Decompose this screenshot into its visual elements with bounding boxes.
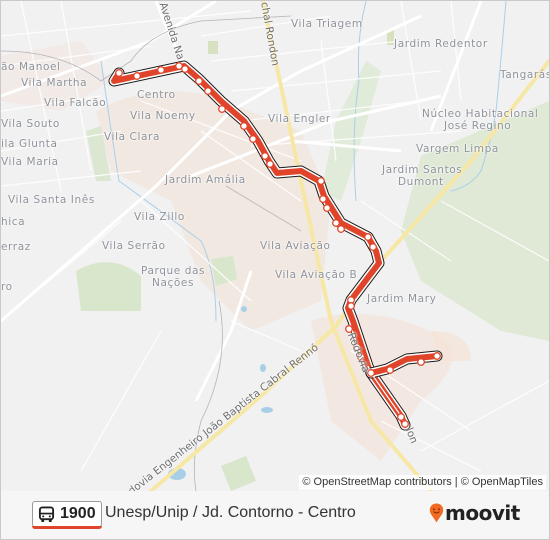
place-label: José Regino <box>444 120 512 132</box>
bus-stop-marker[interactable] <box>397 413 405 421</box>
place-label: Vila Martha <box>21 77 88 89</box>
route-footer: 1900 Unesp/Unip / Jd. Contorno - Centro … <box>1 491 549 539</box>
place-label: Vila Souto <box>1 118 60 130</box>
bus-stop-marker[interactable] <box>369 243 377 251</box>
map-widget: Vila Triagem Jardim Redentor Tangarás ão Ma… <box>0 0 550 540</box>
bus-stop-marker[interactable] <box>261 152 269 160</box>
place-label: Vila Zillo <box>134 211 185 223</box>
map-attribution[interactable]: © OpenStreetMap contributors | © OpenMap… <box>299 475 546 490</box>
bus-stop-marker[interactable] <box>332 219 340 227</box>
bus-stop-marker[interactable] <box>417 358 425 366</box>
bus-stop-marker[interactable] <box>317 177 325 185</box>
bus-stop-marker[interactable] <box>266 160 274 168</box>
bus-stop-marker[interactable] <box>249 135 257 143</box>
place-label: ro <box>1 281 13 293</box>
bus-stop-marker[interactable] <box>319 195 327 203</box>
place-label: Nações <box>152 277 195 289</box>
bus-stop-marker[interactable] <box>345 325 353 333</box>
place-label: ila Glunta <box>1 138 58 150</box>
bus-stop-marker[interactable] <box>115 69 123 77</box>
bus-stop-marker[interactable] <box>401 420 409 428</box>
moovit-pin-icon <box>429 503 444 523</box>
place-label: Vila Falcão <box>44 97 107 109</box>
place-label: ão Manoel <box>1 61 61 73</box>
bus-stop-marker[interactable] <box>347 302 355 310</box>
bus-stop-marker[interactable] <box>240 122 248 130</box>
route-number: 1900 <box>60 505 96 522</box>
bus-stop-marker[interactable] <box>133 72 141 80</box>
place-label: Vila Triagem <box>291 18 363 30</box>
bus-stop-marker[interactable] <box>218 105 226 113</box>
bus-stop-marker[interactable] <box>204 87 212 95</box>
place-label: Jardim Amália <box>165 174 246 186</box>
bus-icon <box>38 505 55 522</box>
place-label: Centro <box>137 89 176 101</box>
place-label: Dumont <box>398 176 444 188</box>
bus-stop-marker[interactable] <box>157 66 165 74</box>
place-label: Jardim Redentor <box>394 38 488 50</box>
route-name: Unesp/Unip / Jd. Contorno - Centro <box>105 504 356 521</box>
place-label: Vila Engler <box>268 113 331 125</box>
place-label: erraz <box>1 241 31 253</box>
bus-stop-marker[interactable] <box>181 65 189 73</box>
place-label: Tangarás <box>500 69 550 81</box>
place-label: Vila Aviação <box>260 240 331 252</box>
bus-stop-marker[interactable] <box>323 204 331 212</box>
moovit-logo[interactable]: moovit <box>429 502 520 524</box>
place-label: Jardim Mary <box>367 293 437 305</box>
bus-stop-marker[interactable] <box>433 352 441 360</box>
bus-stop-marker[interactable] <box>337 225 345 233</box>
place-label: Vila Santa Inês <box>8 194 95 206</box>
place-label: Vila Serrão <box>102 240 166 252</box>
place-label: Vargem Limpa <box>416 143 499 155</box>
bus-stop-marker[interactable] <box>386 366 394 374</box>
bus-stop-marker[interactable] <box>195 77 203 85</box>
place-label: Vila Aviação B <box>275 269 358 281</box>
place-label: hica <box>1 216 26 228</box>
place-label: Vila Maria <box>1 156 59 168</box>
place-label: Vila Clara <box>104 131 160 143</box>
route-badge[interactable]: 1900 <box>32 501 102 529</box>
moovit-wordmark: moovit <box>445 501 520 525</box>
bus-stop-marker[interactable] <box>364 233 372 241</box>
place-label: Vila Noemy <box>130 110 196 122</box>
map-canvas[interactable]: Vila Triagem Jardim Redentor Tangarás ão Ma… <box>1 1 550 497</box>
